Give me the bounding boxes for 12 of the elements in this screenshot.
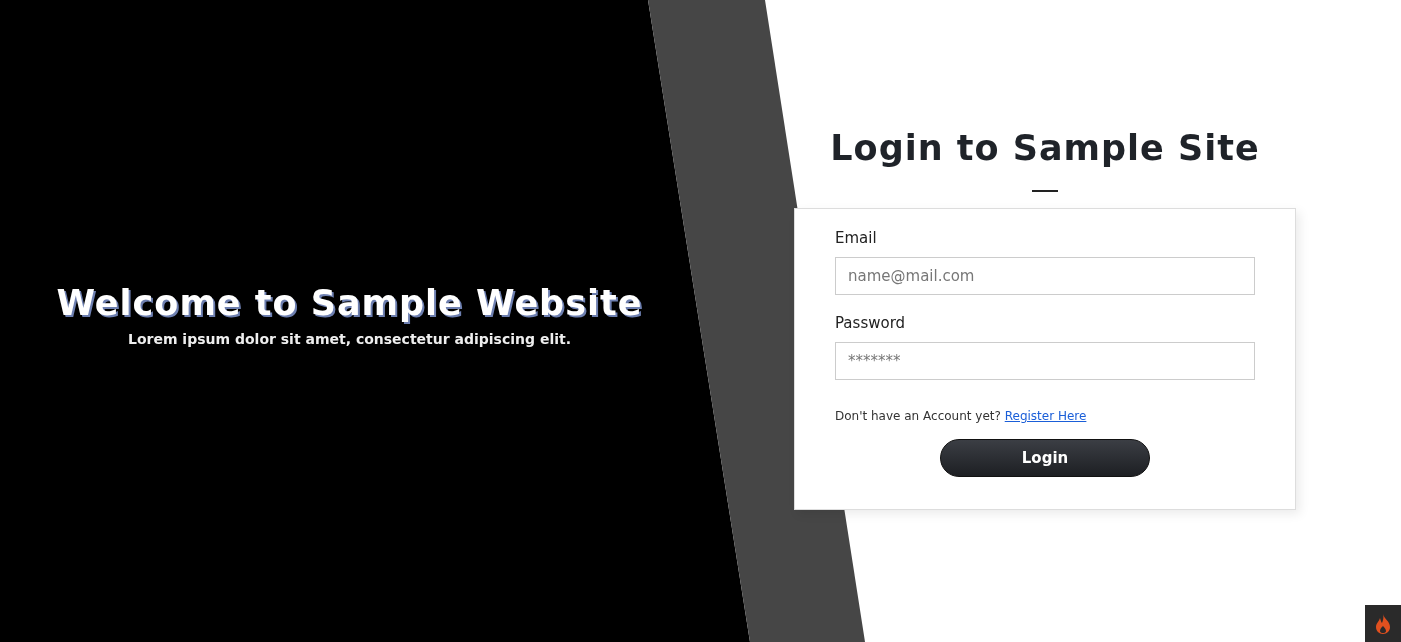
field-label: Email	[835, 229, 878, 247]
login-title: Login to Sample Site	[830, 128, 1260, 168]
hero-subtitle: Lorem ipsum dolor sit amet, consectetur adipiscing elit.	[127, 331, 572, 347]
input-field[interactable]: *******	[835, 342, 1255, 380]
hero-title: Welcome to Sample Website	[56, 283, 643, 323]
input-field[interactable]: name@mail.com	[835, 257, 1255, 295]
login-button[interactable]: Login	[940, 439, 1150, 477]
register-link[interactable]: Register Here	[1004, 409, 1087, 423]
flame-icon	[1375, 613, 1391, 634]
app-badge[interactable]	[1365, 605, 1401, 642]
field-label: Password	[835, 314, 907, 332]
register-prompt: Don't have an Account yet? Register Here	[835, 409, 1088, 423]
